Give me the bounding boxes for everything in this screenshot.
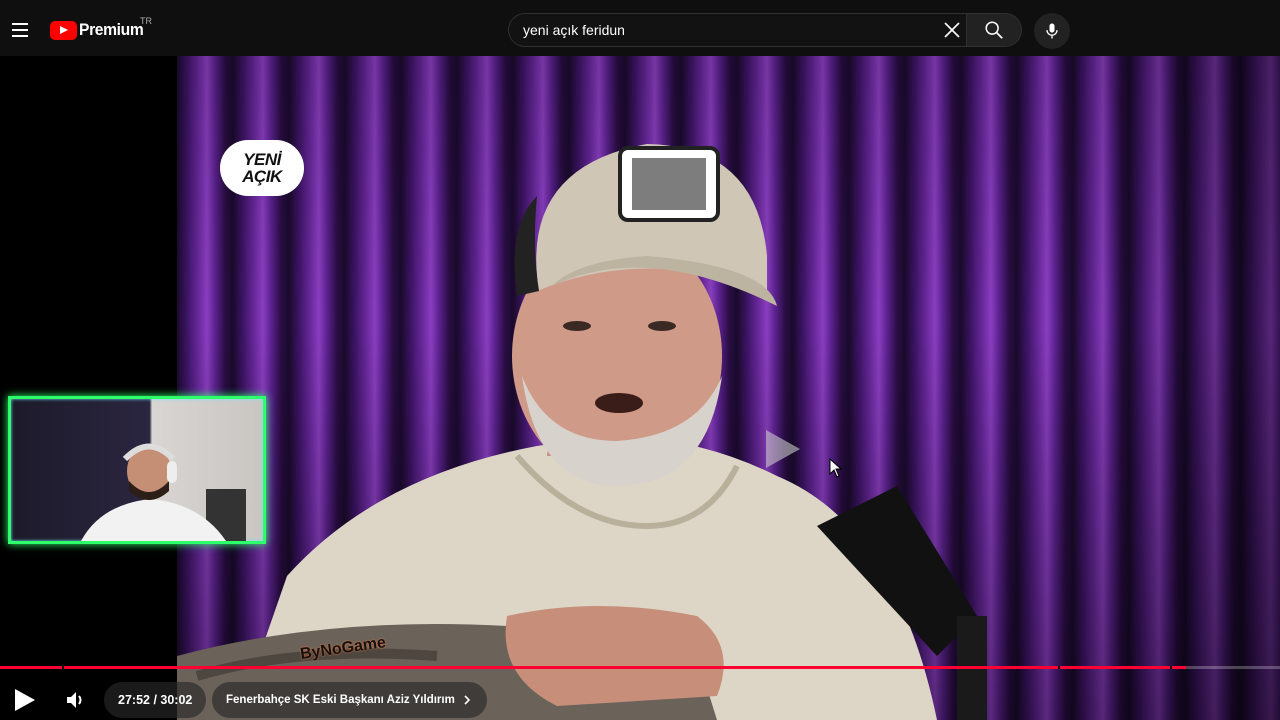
- channel-watermark[interactable]: YENİ AÇIK: [220, 140, 304, 196]
- youtube-premium-logo[interactable]: Premium: [50, 18, 149, 42]
- video-player[interactable]: YENİ AÇIK: [0, 56, 1280, 720]
- search-button[interactable]: [966, 13, 1022, 47]
- mute-button[interactable]: [64, 688, 88, 712]
- chapter-marker: [1170, 666, 1172, 669]
- watermark-line-2: AÇIK: [242, 167, 282, 186]
- youtube-logo-icon: [50, 20, 77, 40]
- logo-text: Premium: [79, 20, 144, 39]
- time-display: 27:52 / 30:02: [104, 682, 207, 718]
- voice-search-button[interactable]: [1034, 13, 1070, 49]
- search-icon: [985, 21, 1003, 39]
- search-box: [508, 13, 966, 47]
- menu-icon: [12, 23, 28, 25]
- watermark-line-1: YENİ: [243, 150, 281, 169]
- chevron-right-icon: [464, 695, 470, 705]
- close-icon: [944, 22, 960, 38]
- time-text: 27:52 / 30:02: [118, 693, 193, 707]
- progress-bar[interactable]: [0, 666, 1280, 669]
- search-input[interactable]: [521, 14, 921, 46]
- clear-search-button[interactable]: [940, 18, 964, 42]
- player-controls: 27:52 / 30:02 Fenerbahçe SK Eski Başkanı…: [0, 680, 1280, 720]
- streamer-figure: [81, 443, 246, 541]
- chapter-button[interactable]: Fenerbahçe SK Eski Başkanı Aziz Yıldırım: [212, 682, 487, 718]
- video-speaker: [177, 144, 987, 720]
- volume-icon: [67, 692, 82, 708]
- menu-button[interactable]: [8, 12, 32, 48]
- masthead: Premium TR: [0, 0, 1280, 56]
- microphone-icon: [1046, 23, 1058, 39]
- mouse-cursor-icon: [829, 458, 843, 478]
- chapter-title: Fenerbahçe SK Eski Başkanı Aziz Yıldırım: [226, 694, 455, 706]
- country-code: TR: [140, 16, 152, 26]
- chapter-marker: [62, 666, 64, 669]
- chapter-marker: [1058, 666, 1060, 669]
- webcam-overlay: [8, 396, 266, 544]
- play-button[interactable]: [10, 686, 38, 714]
- play-icon: [15, 689, 35, 711]
- center-play-indicator: [766, 430, 800, 468]
- progress-bar-fill: [0, 666, 1186, 669]
